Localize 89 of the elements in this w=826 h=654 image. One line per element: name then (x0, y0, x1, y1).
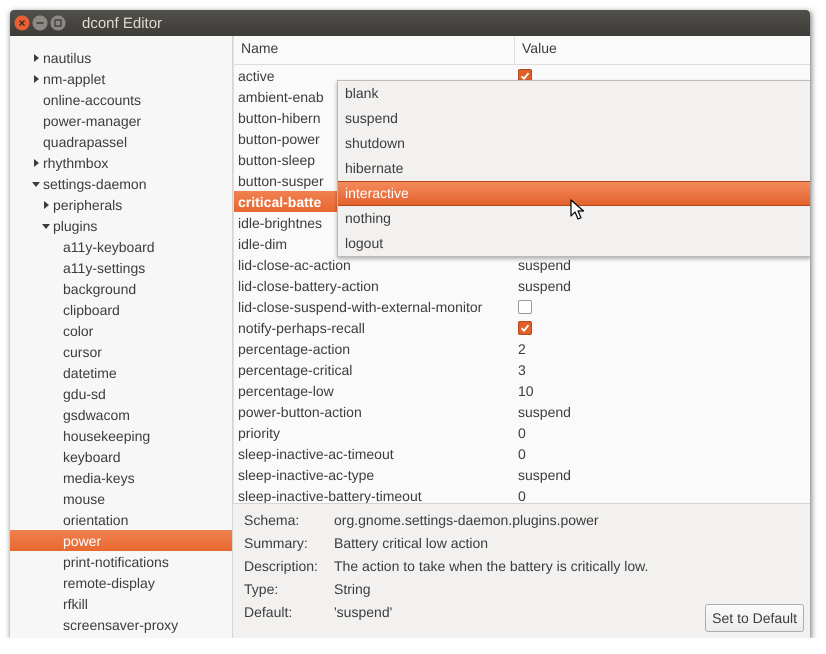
field-label: Schema: (244, 511, 300, 530)
tree-item[interactable]: media-keys (10, 467, 232, 488)
tree-item[interactable]: cursor (10, 341, 232, 362)
tree-item[interactable]: datetime (10, 362, 232, 383)
tree-item[interactable]: a11y-settings (10, 257, 232, 278)
tree-item[interactable]: remote-display (10, 572, 232, 593)
table-cell: 10 (518, 382, 534, 398)
field-label: Default: (244, 603, 294, 622)
expand-arrow-icon[interactable] (32, 158, 40, 166)
checkbox[interactable] (518, 300, 532, 314)
table-cell: idle-dim (238, 236, 288, 252)
tree-item[interactable]: screensaver-proxy (10, 614, 232, 635)
tree-item[interactable]: orientation (10, 509, 232, 530)
table-cell: lid-close-battery-action (238, 278, 379, 294)
close-icon[interactable] (14, 15, 30, 31)
table-cell: suspend (518, 278, 571, 294)
tree-item[interactable]: background (10, 278, 232, 299)
expand-arrow-icon[interactable] (32, 74, 40, 82)
field-value: org.gnome.settings-daemon.plugins.power (334, 511, 600, 530)
field-value: Battery critical low action (334, 534, 490, 553)
collapse-arrow-icon[interactable] (42, 222, 50, 230)
table-cell: 0 (518, 446, 526, 462)
tree-item[interactable]: color (10, 320, 232, 341)
table-cell: suspend (518, 466, 571, 482)
menu-item[interactable]: logout (338, 231, 810, 256)
column-header[interactable]: Name (234, 36, 515, 64)
tree-item[interactable]: rhythmbox (43, 154, 108, 170)
mouse-pointer-icon (570, 199, 584, 220)
table-cell: percentage-action (238, 340, 350, 356)
menu-item[interactable]: hibernate (338, 156, 810, 181)
tree-item[interactable]: clipboard (10, 299, 232, 320)
table-cell: critical-batte (238, 194, 322, 210)
tree-item[interactable]: gdu-sd (10, 383, 232, 404)
table-cell: percentage-low (238, 382, 334, 398)
tree-item[interactable]: peripherals (53, 196, 122, 212)
menu-item[interactable]: blank (338, 81, 810, 106)
table-cell: suspend (518, 256, 571, 272)
table-cell: button-sleep (238, 152, 316, 168)
tree-item[interactable]: rfkill (10, 593, 232, 614)
table-cell: idle-brightnes (238, 214, 322, 230)
table-cell: 0 (518, 488, 526, 503)
menu-item[interactable]: suspend (338, 106, 810, 131)
field-value: String (334, 580, 372, 599)
table-cell: 0 (518, 424, 526, 440)
tree-item[interactable]: nm-applet (43, 70, 106, 86)
expand-arrow-icon[interactable] (32, 54, 40, 62)
menu-item[interactable]: nothing (338, 206, 810, 231)
tree-item[interactable]: settings-daemon (43, 176, 147, 192)
table-cell: 2 (518, 340, 526, 356)
table-cell: notify-perhaps-recall (238, 320, 365, 336)
set-default-button[interactable]: Set to Default (705, 604, 804, 632)
collapse-arrow-icon[interactable] (32, 180, 40, 188)
window-title: dconf Editor (82, 14, 162, 32)
tree-item[interactable]: gsdwacom (10, 404, 232, 425)
field-value: 'suspend' (334, 603, 394, 622)
tree-item[interactable]: power-manager (43, 112, 142, 128)
table-cell: ambient-enab (238, 88, 324, 104)
field-label: Summary: (244, 534, 309, 553)
tree-item[interactable]: nautilus (43, 50, 92, 66)
table-cell: suspend (518, 404, 571, 420)
table-cell: sleep-inactive-ac-type (238, 466, 374, 482)
maximize-icon[interactable] (50, 15, 66, 31)
column-header[interactable]: Value (515, 36, 557, 64)
table-cell: lid-close-suspend-with-external-monitor (238, 298, 482, 314)
table-cell: active (238, 68, 275, 84)
table-cell: button-susper (238, 172, 324, 188)
tree-item[interactable]: online-accounts (43, 92, 142, 108)
tree-item[interactable]: housekeeping (10, 425, 232, 446)
table-cell: priority (238, 424, 280, 440)
field-label: Type: (244, 580, 280, 599)
tree-item[interactable]: a11y-keyboard (10, 236, 232, 257)
table-cell: lid-close-ac-action (238, 256, 351, 272)
table-cell: button-power (238, 130, 320, 146)
tree-item[interactable]: print-notifications (10, 551, 232, 572)
table-cell: sleep-inactive-ac-timeout (238, 446, 394, 462)
expand-arrow-icon[interactable] (42, 200, 50, 208)
tree-item[interactable]: keyboard (10, 446, 232, 467)
table-cell: percentage-critical (238, 362, 352, 378)
table-cell: power-button-action (238, 404, 362, 420)
field-value: The action to take when the battery is critically low. (334, 557, 650, 576)
tree-item[interactable]: plugins (53, 218, 98, 234)
checkbox[interactable] (518, 320, 532, 334)
menu-item[interactable]: shutdown (338, 131, 810, 156)
table-cell: button-hibern (238, 110, 321, 126)
tree-item[interactable]: quadrapassel (43, 134, 128, 150)
table-cell: 3 (518, 362, 526, 378)
tree-item[interactable]: mouse (10, 488, 232, 509)
minimize-icon[interactable] (32, 15, 48, 31)
field-label: Description: (244, 557, 319, 576)
